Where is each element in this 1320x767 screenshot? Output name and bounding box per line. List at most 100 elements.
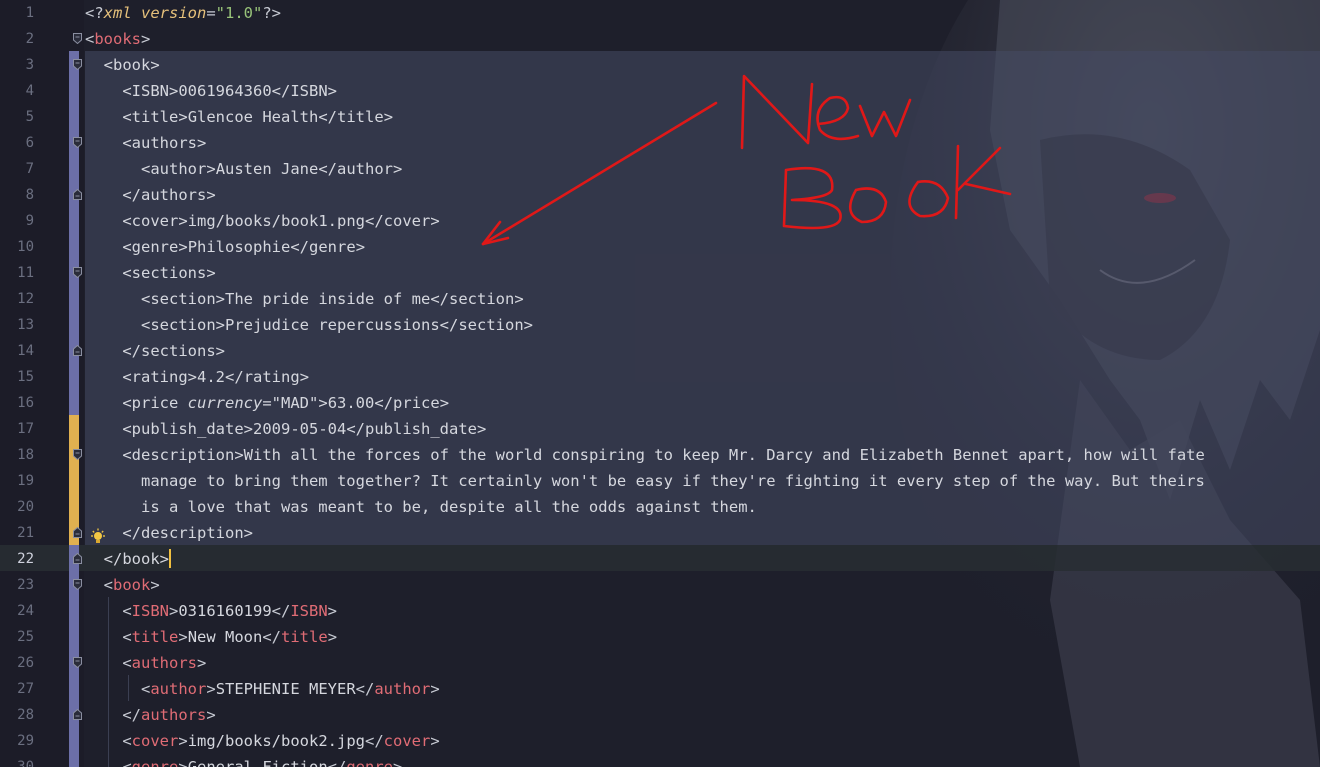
code-text[interactable]: <section>The pride inside of me</section…: [85, 286, 524, 312]
line-number[interactable]: 21: [0, 520, 34, 546]
code-line[interactable]: 30 <genre>General Fiction</genre>: [0, 754, 1320, 767]
code-line[interactable]: 27 <author>STEPHENIE MEYER</author>: [0, 676, 1320, 702]
code-text[interactable]: <sections>: [85, 260, 215, 286]
fold-marker-icon[interactable]: [73, 579, 82, 590]
line-number[interactable]: 26: [0, 650, 34, 676]
fold-marker-icon[interactable]: [73, 553, 82, 564]
code-text[interactable]: <price currency="MAD">63.00</price>: [85, 390, 449, 416]
code-text[interactable]: <genre>Philosophie</genre>: [85, 234, 365, 260]
code-line[interactable]: 21 </description>: [0, 520, 1320, 546]
code-line[interactable]: 12 <section>The pride inside of me</sect…: [0, 286, 1320, 312]
line-number[interactable]: 14: [0, 338, 34, 364]
code-line[interactable]: 24 <ISBN>0316160199</ISBN>: [0, 598, 1320, 624]
code-line[interactable]: 2 <books>: [0, 26, 1320, 52]
fold-marker-icon[interactable]: [73, 657, 82, 668]
code-editor[interactable]: 1 <?xml version="1.0"?> 2 <books> 3 <book> 4 …: [0, 0, 1320, 767]
code-text[interactable]: <author>STEPHENIE MEYER</author>: [85, 676, 440, 702]
fold-marker-icon[interactable]: [73, 709, 82, 720]
code-line[interactable]: 11 <sections>: [0, 260, 1320, 286]
line-number[interactable]: 8: [0, 182, 34, 208]
fold-marker-icon[interactable]: [73, 59, 82, 70]
code-text[interactable]: <books>: [85, 26, 150, 52]
code-line[interactable]: 26 <authors>: [0, 650, 1320, 676]
code-line[interactable]: 28 </authors>: [0, 702, 1320, 728]
code-line[interactable]: 6 <authors>: [0, 130, 1320, 156]
line-number[interactable]: 10: [0, 234, 34, 260]
line-number[interactable]: 7: [0, 156, 34, 182]
code-text[interactable]: </book>: [85, 546, 172, 572]
code-text[interactable]: <ISBN>0316160199</ISBN>: [85, 598, 337, 624]
code-text[interactable]: <genre>General Fiction</genre>: [85, 754, 402, 767]
code-line[interactable]: 17 <publish_date>2009-05-04</publish_dat…: [0, 416, 1320, 442]
line-number[interactable]: 24: [0, 598, 34, 624]
code-text[interactable]: <title>New Moon</title>: [85, 624, 337, 650]
line-number[interactable]: 22: [0, 546, 34, 572]
line-number[interactable]: 27: [0, 676, 34, 702]
line-number[interactable]: 16: [0, 390, 34, 416]
fold-marker-icon[interactable]: [73, 449, 82, 460]
line-number[interactable]: 13: [0, 312, 34, 338]
line-number[interactable]: 9: [0, 208, 34, 234]
code-line[interactable]: 9 <cover>img/books/book1.png</cover>: [0, 208, 1320, 234]
line-number[interactable]: 23: [0, 572, 34, 598]
fold-marker-icon[interactable]: [73, 527, 82, 538]
code-line[interactable]: 1 <?xml version="1.0"?>: [0, 0, 1320, 26]
fold-marker-icon[interactable]: [73, 137, 82, 148]
code-text[interactable]: <rating>4.2</rating>: [85, 364, 309, 390]
code-text[interactable]: <author>Austen Jane</author>: [85, 156, 402, 182]
lightbulb-icon[interactable]: [89, 528, 107, 546]
code-text[interactable]: <authors>: [85, 650, 206, 676]
line-number[interactable]: 6: [0, 130, 34, 156]
line-number[interactable]: 25: [0, 624, 34, 650]
code-text[interactable]: <authors>: [85, 130, 206, 156]
line-number[interactable]: 28: [0, 702, 34, 728]
code-text[interactable]: </authors>: [85, 182, 215, 208]
code-line[interactable]: 15 <rating>4.2</rating>: [0, 364, 1320, 390]
line-number[interactable]: 15: [0, 364, 34, 390]
code-text[interactable]: </description>: [85, 520, 253, 546]
code-line[interactable]: 5 <title>Glencoe Health</title>: [0, 104, 1320, 130]
fold-marker-icon[interactable]: [73, 189, 82, 200]
code-line[interactable]: 7 <author>Austen Jane</author>: [0, 156, 1320, 182]
code-text[interactable]: <publish_date>2009-05-04</publish_date>: [85, 416, 486, 442]
line-number[interactable]: 20: [0, 494, 34, 520]
code-line[interactable]: 14 </sections>: [0, 338, 1320, 364]
code-text[interactable]: <cover>img/books/book1.png</cover>: [85, 208, 439, 234]
line-number[interactable]: 30: [0, 754, 34, 767]
code-text[interactable]: <section>Prejudice repercussions</sectio…: [85, 312, 533, 338]
code-line[interactable]: 29 <cover>img/books/book2.jpg</cover>: [0, 728, 1320, 754]
line-number[interactable]: 17: [0, 416, 34, 442]
line-number[interactable]: 11: [0, 260, 34, 286]
line-number[interactable]: 3: [0, 52, 34, 78]
code-text[interactable]: <description>With all the forces of the …: [85, 442, 1205, 468]
fold-marker-icon[interactable]: [73, 345, 82, 356]
code-text[interactable]: </sections>: [85, 338, 225, 364]
code-text[interactable]: manage to bring them together? It certai…: [85, 468, 1205, 494]
code-text[interactable]: <book>: [85, 572, 160, 598]
line-number[interactable]: 12: [0, 286, 34, 312]
line-number[interactable]: 29: [0, 728, 34, 754]
code-line[interactable]: 18 <description>With all the forces of t…: [0, 442, 1320, 468]
line-number[interactable]: 1: [0, 0, 34, 26]
code-text[interactable]: is a love that was meant to be, despite …: [85, 494, 757, 520]
line-number[interactable]: 2: [0, 26, 34, 52]
code-line[interactable]: 20 is a love that was meant to be, despi…: [0, 494, 1320, 520]
line-number[interactable]: 4: [0, 78, 34, 104]
line-number[interactable]: 19: [0, 468, 34, 494]
code-line[interactable]: 19 manage to bring them together? It cer…: [0, 468, 1320, 494]
code-text[interactable]: <title>Glencoe Health</title>: [85, 104, 393, 130]
code-text[interactable]: <ISBN>0061964360</ISBN>: [85, 78, 337, 104]
line-number[interactable]: 18: [0, 442, 34, 468]
code-line[interactable]: 23 <book>: [0, 572, 1320, 598]
code-line[interactable]: 13 <section>Prejudice repercussions</sec…: [0, 312, 1320, 338]
code-line[interactable]: 10 <genre>Philosophie</genre>: [0, 234, 1320, 260]
code-line[interactable]: 8 </authors>: [0, 182, 1320, 208]
fold-marker-icon[interactable]: [73, 33, 82, 44]
code-text[interactable]: <book>: [85, 52, 160, 78]
code-line[interactable]: 3 <book>: [0, 52, 1320, 78]
code-text[interactable]: <cover>img/books/book2.jpg</cover>: [85, 728, 439, 754]
line-number[interactable]: 5: [0, 104, 34, 130]
code-line[interactable]: 25 <title>New Moon</title>: [0, 624, 1320, 650]
code-line[interactable]: 22 </book>: [0, 546, 1320, 572]
code-line[interactable]: 16 <price currency="MAD">63.00</price>: [0, 390, 1320, 416]
